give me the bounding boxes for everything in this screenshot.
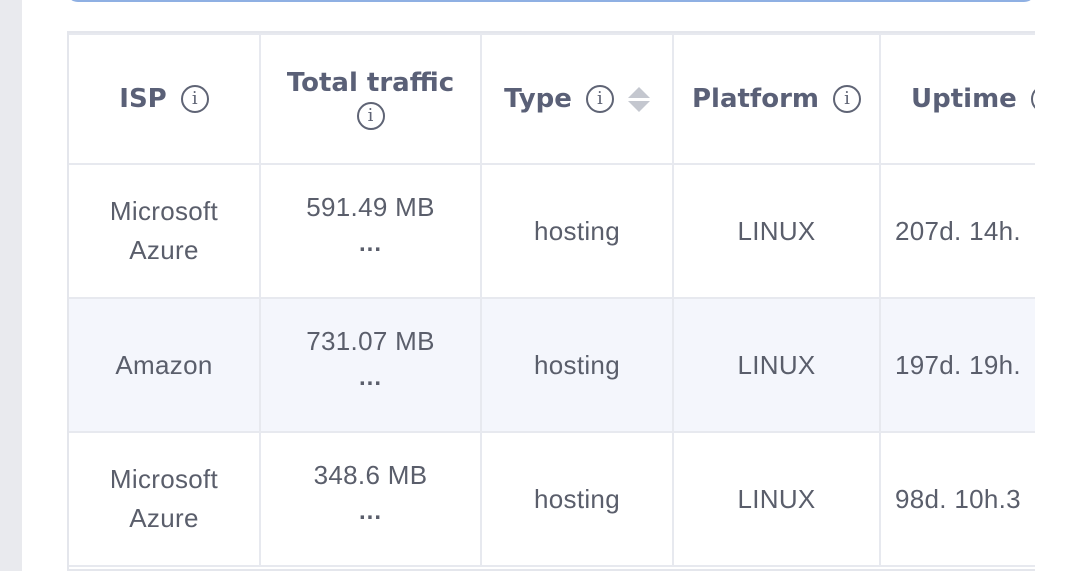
cell-platform: LINUX: [672, 431, 881, 567]
cell-uptime: 207d. 14h.: [879, 163, 1035, 299]
cell-traffic: 591.49 MB ...: [259, 163, 482, 299]
column-header-uptime: Uptime i: [879, 33, 1035, 165]
cell-isp: Microsoft Azure: [69, 163, 261, 299]
table-row[interactable]: Amazon 731.07 MB ... hosting LINUX 197d.…: [69, 297, 1035, 433]
sort-descending-icon: [627, 100, 650, 112]
cell-uptime: 98d. 10h.3: [879, 431, 1035, 567]
search-input-edge[interactable]: [66, 0, 1036, 2]
column-header-type-label: Type: [504, 84, 572, 114]
cell-isp: Amazon: [69, 297, 261, 433]
more-button[interactable]: ...: [359, 366, 382, 390]
info-icon[interactable]: i: [1030, 85, 1035, 113]
cell-type: hosting: [480, 431, 674, 567]
info-icon[interactable]: i: [180, 85, 209, 113]
column-header-isp: ISP i: [69, 33, 261, 165]
info-icon[interactable]: i: [833, 85, 862, 113]
traffic-value: 348.6 MB: [313, 460, 428, 490]
table-row[interactable]: Microsoft Azure 591.49 MB ... hosting LI…: [69, 163, 1035, 299]
table-row[interactable]: Microsoft Azure 348.6 MB ... hosting LIN…: [69, 431, 1035, 567]
traffic-value: 591.49 MB: [306, 192, 435, 222]
more-button[interactable]: ...: [359, 500, 382, 524]
table-header-row: ISP i Total traffic i Type i Platform i …: [69, 33, 1035, 165]
column-header-uptime-label: Uptime: [911, 84, 1017, 114]
cell-uptime: 197d. 19h.: [879, 297, 1035, 433]
side-strip: [0, 0, 22, 571]
cell-platform: LINUX: [672, 163, 881, 299]
cell-traffic: 348.6 MB ...: [259, 431, 482, 567]
sort-icon[interactable]: [627, 86, 650, 112]
cell-traffic: 731.07 MB ...: [259, 297, 482, 433]
column-header-isp-label: ISP: [119, 84, 167, 114]
servers-table: ISP i Total traffic i Type i Platform i …: [69, 33, 1035, 567]
servers-table-container: ISP i Total traffic i Type i Platform i …: [67, 31, 1035, 571]
cell-platform: LINUX: [672, 297, 881, 433]
info-icon[interactable]: i: [356, 102, 385, 130]
column-header-platform-label: Platform: [691, 84, 820, 114]
cell-type: hosting: [480, 297, 674, 433]
info-icon[interactable]: i: [585, 85, 614, 113]
column-header-platform: Platform i: [672, 33, 881, 165]
sort-ascending-icon: [627, 86, 650, 98]
column-header-traffic: Total traffic i: [259, 33, 482, 165]
more-button[interactable]: ...: [359, 232, 382, 256]
cell-type: hosting: [480, 163, 674, 299]
traffic-value: 731.07 MB: [306, 326, 435, 356]
column-header-type[interactable]: Type i: [480, 33, 674, 165]
cell-isp: Microsoft Azure: [69, 431, 261, 567]
column-header-traffic-label: Total traffic: [286, 68, 455, 98]
